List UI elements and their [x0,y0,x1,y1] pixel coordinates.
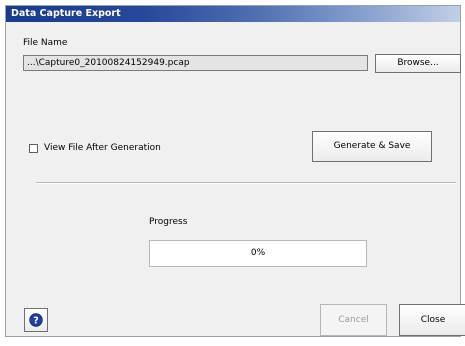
close-button[interactable]: Close [399,304,465,336]
file-name-label: File Name [23,38,68,48]
generate-save-button[interactable]: Generate & Save [312,131,432,162]
progress-label: Progress [149,217,188,227]
view-file-checkbox[interactable] [29,144,38,153]
svg-text:?: ? [33,315,39,326]
view-file-label[interactable]: View File After Generation [44,143,161,153]
cancel-button[interactable]: Cancel [320,304,387,336]
data-capture-export-dialog: Data Capture Export File Name ...\Captur… [5,5,465,337]
help-icon: ? [29,313,43,327]
section-divider [36,182,456,184]
title-bar[interactable]: Data Capture Export [6,6,460,22]
progress-percent: 0% [250,248,266,258]
progress-bar: 0% [149,240,367,267]
help-button[interactable]: ? [24,308,48,332]
browse-button[interactable]: Browse... [375,54,461,73]
file-name-field[interactable]: ...\Capture0_20100824152949.pcap [23,55,368,71]
window-title: Data Capture Export [11,8,121,19]
